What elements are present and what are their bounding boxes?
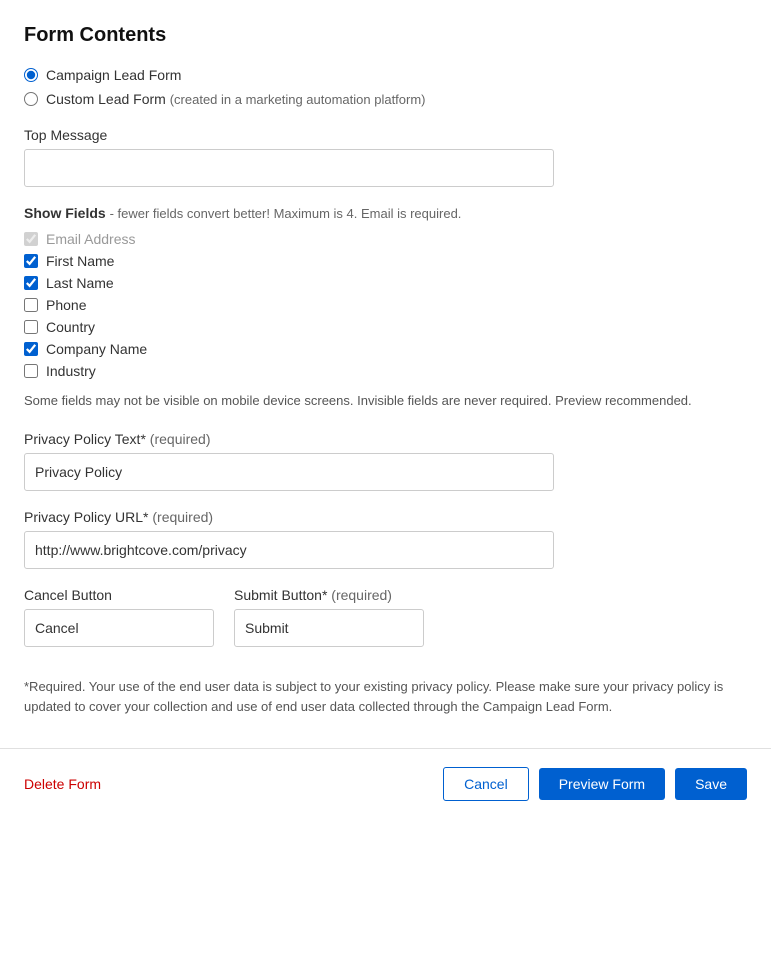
submit-button-field: Submit Button* (required)	[234, 587, 424, 647]
checkbox-company-name-input[interactable]	[24, 342, 38, 356]
delete-form-button[interactable]: Delete Form	[24, 776, 101, 792]
privacy-policy-text-section: Privacy Policy Text* (required)	[24, 431, 747, 491]
checkbox-email-label: Email Address	[46, 231, 135, 247]
privacy-policy-text-label: Privacy Policy Text* (required)	[24, 431, 747, 447]
checkbox-country-input[interactable]	[24, 320, 38, 334]
checkbox-phone-input[interactable]	[24, 298, 38, 312]
privacy-policy-text-input[interactable]	[24, 453, 554, 491]
cancel-button-field: Cancel Button	[24, 587, 214, 647]
checkbox-industry-label: Industry	[46, 363, 96, 379]
top-message-label: Top Message	[24, 127, 747, 143]
show-fields-section: Show Fields - fewer fields convert bette…	[24, 205, 747, 411]
cancel-button-input[interactable]	[24, 609, 214, 647]
checkbox-last-name-input[interactable]	[24, 276, 38, 290]
privacy-policy-url-section: Privacy Policy URL* (required)	[24, 509, 747, 569]
footer-right-actions: Cancel Preview Form Save	[443, 767, 747, 801]
checkbox-company-name[interactable]: Company Name	[24, 341, 747, 357]
radio-campaign-label: Campaign Lead Form	[46, 67, 181, 83]
radio-campaign-lead-form[interactable]: Campaign Lead Form	[24, 67, 747, 83]
radio-custom-lead-form[interactable]: Custom Lead Form (created in a marketing…	[24, 91, 747, 107]
radio-custom-input[interactable]	[24, 92, 38, 106]
page-container: Form Contents Campaign Lead Form Custom …	[0, 0, 771, 980]
show-fields-checkbox-group: Email Address First Name Last Name Phone…	[24, 231, 747, 379]
button-fields-section: Cancel Button Submit Button* (required)	[24, 587, 747, 647]
radio-custom-label: Custom Lead Form (created in a marketing…	[46, 91, 426, 107]
checkbox-email-input	[24, 232, 38, 246]
privacy-policy-url-label: Privacy Policy URL* (required)	[24, 509, 747, 525]
cancel-button-label: Cancel Button	[24, 587, 214, 603]
checkbox-industry-input[interactable]	[24, 364, 38, 378]
checkbox-phone-label: Phone	[46, 297, 86, 313]
privacy-policy-url-input[interactable]	[24, 531, 554, 569]
fields-info-text: Some fields may not be visible on mobile…	[24, 391, 747, 411]
submit-button-label: Submit Button* (required)	[234, 587, 424, 603]
checkbox-last-name[interactable]: Last Name	[24, 275, 747, 291]
page-title: Form Contents	[24, 24, 747, 47]
radio-campaign-input[interactable]	[24, 68, 38, 82]
preview-form-button[interactable]: Preview Form	[539, 768, 665, 800]
checkbox-phone[interactable]: Phone	[24, 297, 747, 313]
checkbox-industry[interactable]: Industry	[24, 363, 747, 379]
checkbox-company-name-label: Company Name	[46, 341, 147, 357]
top-message-input[interactable]	[24, 149, 554, 187]
save-button[interactable]: Save	[675, 768, 747, 800]
checkbox-first-name-input[interactable]	[24, 254, 38, 268]
checkbox-country[interactable]: Country	[24, 319, 747, 335]
checkbox-last-name-label: Last Name	[46, 275, 114, 291]
checkbox-first-name-label: First Name	[46, 253, 114, 269]
footer-bar: Delete Form Cancel Preview Form Save	[0, 748, 771, 819]
submit-button-input[interactable]	[234, 609, 424, 647]
show-fields-label: Show Fields - fewer fields convert bette…	[24, 205, 747, 221]
checkbox-email[interactable]: Email Address	[24, 231, 747, 247]
checkbox-country-label: Country	[46, 319, 95, 335]
checkbox-first-name[interactable]: First Name	[24, 253, 747, 269]
cancel-button[interactable]: Cancel	[443, 767, 529, 801]
top-message-section: Top Message	[24, 127, 747, 187]
disclaimer-text: *Required. Your use of the end user data…	[24, 677, 747, 719]
form-type-radio-group: Campaign Lead Form Custom Lead Form (cre…	[24, 67, 747, 107]
